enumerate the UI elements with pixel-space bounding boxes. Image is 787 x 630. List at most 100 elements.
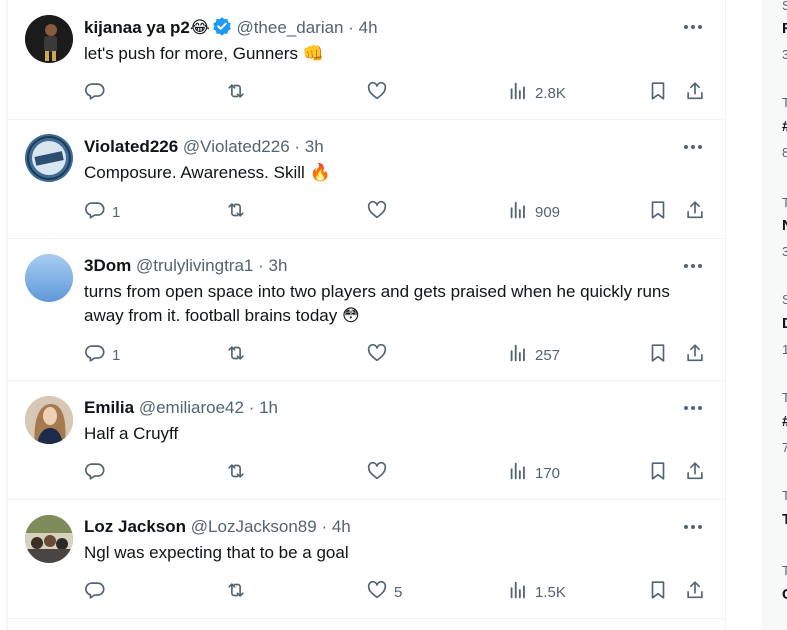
user-handle[interactable]: @thee_darian bbox=[236, 18, 343, 37]
avatar[interactable] bbox=[25, 515, 73, 563]
timestamp[interactable]: · 4h bbox=[321, 517, 350, 536]
tweet-text: Composure. Awareness. Skill 🔥 bbox=[84, 163, 331, 182]
tweet-text: Ngl was expecting that to be a goal bbox=[84, 543, 349, 562]
repost-icon bbox=[225, 342, 247, 368]
trend-count: 1 bbox=[782, 342, 787, 357]
display-name[interactable]: 3Dom bbox=[84, 256, 131, 275]
reply-icon bbox=[84, 579, 106, 605]
tweet-actions: 5 1.5K bbox=[84, 580, 714, 604]
timestamp[interactable]: · 4h bbox=[348, 18, 377, 37]
repost-button[interactable] bbox=[225, 200, 247, 224]
reply-button[interactable] bbox=[84, 461, 112, 485]
timestamp[interactable]: · 3h bbox=[258, 256, 287, 275]
like-button[interactable] bbox=[366, 461, 394, 485]
more-options-icon[interactable] bbox=[681, 16, 705, 38]
views-button[interactable]: 2.8K bbox=[507, 81, 566, 105]
user-handle[interactable]: @Violated226 bbox=[183, 137, 290, 156]
reply-button[interactable] bbox=[84, 81, 112, 105]
share-button[interactable] bbox=[684, 200, 706, 224]
bookmark-button[interactable] bbox=[647, 343, 669, 367]
bookmark-button[interactable] bbox=[647, 81, 669, 105]
user-handle[interactable]: @LozJackson89 bbox=[191, 517, 317, 536]
trend-name[interactable]: F bbox=[782, 20, 787, 37]
tweet-header: Loz Jackson @LozJackson89 · 4h bbox=[84, 516, 351, 538]
avatar[interactable] bbox=[25, 15, 73, 63]
repost-button[interactable] bbox=[225, 81, 247, 105]
repost-button[interactable] bbox=[225, 580, 247, 604]
trend-category: S bbox=[782, 292, 787, 307]
trend-category: T bbox=[782, 195, 787, 210]
heart-icon bbox=[366, 460, 388, 486]
trend-name[interactable]: # bbox=[782, 413, 787, 430]
share-button[interactable] bbox=[684, 580, 706, 604]
tweet-text: let's push for more, Gunners 👊 bbox=[84, 44, 324, 63]
tweet-actions: 1 909 bbox=[84, 200, 714, 224]
reply-count: 1 bbox=[112, 346, 121, 364]
share-icon bbox=[684, 80, 706, 106]
more-options-icon[interactable] bbox=[681, 136, 705, 158]
repost-button[interactable] bbox=[225, 343, 247, 367]
trend-name[interactable]: # bbox=[782, 118, 787, 135]
repost-icon bbox=[225, 80, 247, 106]
reply-button[interactable] bbox=[84, 580, 112, 604]
display-name[interactable]: kijanaa ya p2😂 bbox=[84, 18, 210, 37]
more-options-icon[interactable] bbox=[681, 397, 705, 419]
display-name[interactable]: Violated226 bbox=[84, 137, 178, 156]
reply-icon bbox=[84, 342, 106, 368]
share-icon bbox=[684, 199, 706, 225]
view-count: 170 bbox=[535, 464, 561, 482]
views-chart-icon bbox=[507, 80, 529, 106]
user-handle[interactable]: @trulylivingtra1 bbox=[136, 256, 253, 275]
timestamp[interactable]: · 3h bbox=[294, 137, 323, 156]
bookmark-button[interactable] bbox=[647, 200, 669, 224]
reply-button[interactable]: 1 bbox=[84, 200, 120, 224]
bookmark-button[interactable] bbox=[647, 461, 669, 485]
heart-icon bbox=[366, 342, 388, 368]
reply-button[interactable]: 1 bbox=[84, 343, 120, 367]
bookmark-button[interactable] bbox=[647, 580, 669, 604]
user-handle[interactable]: @emiliaroe42 bbox=[139, 398, 244, 417]
share-button[interactable] bbox=[684, 461, 706, 485]
like-button[interactable] bbox=[366, 343, 394, 367]
tweet-actions: 2.8K bbox=[84, 81, 714, 105]
trend-category: T bbox=[782, 390, 787, 405]
trend-name[interactable]: D bbox=[782, 315, 787, 332]
avatar[interactable] bbox=[25, 254, 73, 302]
tweet[interactable]: Violated226 @Violated226 · 3h Composure.… bbox=[8, 120, 725, 239]
timestamp[interactable]: · 1h bbox=[249, 398, 278, 417]
repost-button[interactable] bbox=[225, 461, 247, 485]
tweet[interactable]: Loz Jackson @LozJackson89 · 4h Ngl was e… bbox=[8, 500, 725, 619]
share-button[interactable] bbox=[684, 343, 706, 367]
like-button[interactable] bbox=[366, 200, 394, 224]
views-button[interactable]: 257 bbox=[507, 343, 560, 367]
bookmark-icon bbox=[647, 342, 669, 368]
bookmark-icon bbox=[647, 199, 669, 225]
display-name[interactable]: Loz Jackson bbox=[84, 517, 186, 536]
trend-count: 7 bbox=[782, 440, 787, 455]
display-name[interactable]: Emilia bbox=[84, 398, 134, 417]
like-button[interactable]: 5 bbox=[366, 580, 402, 604]
tweet-header: Violated226 @Violated226 · 3h bbox=[84, 136, 324, 158]
tweet[interactable]: Emilia @emiliaroe42 · 1h Half a Cruyff 1… bbox=[8, 381, 725, 500]
tweet-actions: 170 bbox=[84, 461, 714, 485]
avatar[interactable] bbox=[25, 396, 73, 444]
more-options-icon[interactable] bbox=[681, 516, 705, 538]
views-button[interactable]: 1.5K bbox=[507, 580, 566, 604]
tweet[interactable]: kijanaa ya p2😂 @thee_darian · 4h let's p… bbox=[8, 0, 725, 120]
trend-category: T bbox=[782, 488, 787, 503]
views-button[interactable]: 170 bbox=[507, 461, 560, 485]
heart-icon bbox=[366, 80, 388, 106]
reply-icon bbox=[84, 199, 106, 225]
views-chart-icon bbox=[507, 579, 529, 605]
trend-name[interactable]: T bbox=[782, 511, 787, 528]
more-options-icon[interactable] bbox=[681, 255, 705, 277]
views-button[interactable]: 909 bbox=[507, 200, 560, 224]
trend-name[interactable]: N bbox=[782, 217, 787, 234]
like-button[interactable] bbox=[366, 81, 394, 105]
view-count: 909 bbox=[535, 203, 561, 221]
avatar[interactable] bbox=[25, 134, 73, 182]
trend-name[interactable]: C bbox=[782, 586, 787, 603]
trend-count: 8 bbox=[782, 145, 787, 160]
tweet[interactable]: 3Dom @trulylivingtra1 · 3h turns from op… bbox=[8, 239, 725, 381]
share-button[interactable] bbox=[684, 81, 706, 105]
